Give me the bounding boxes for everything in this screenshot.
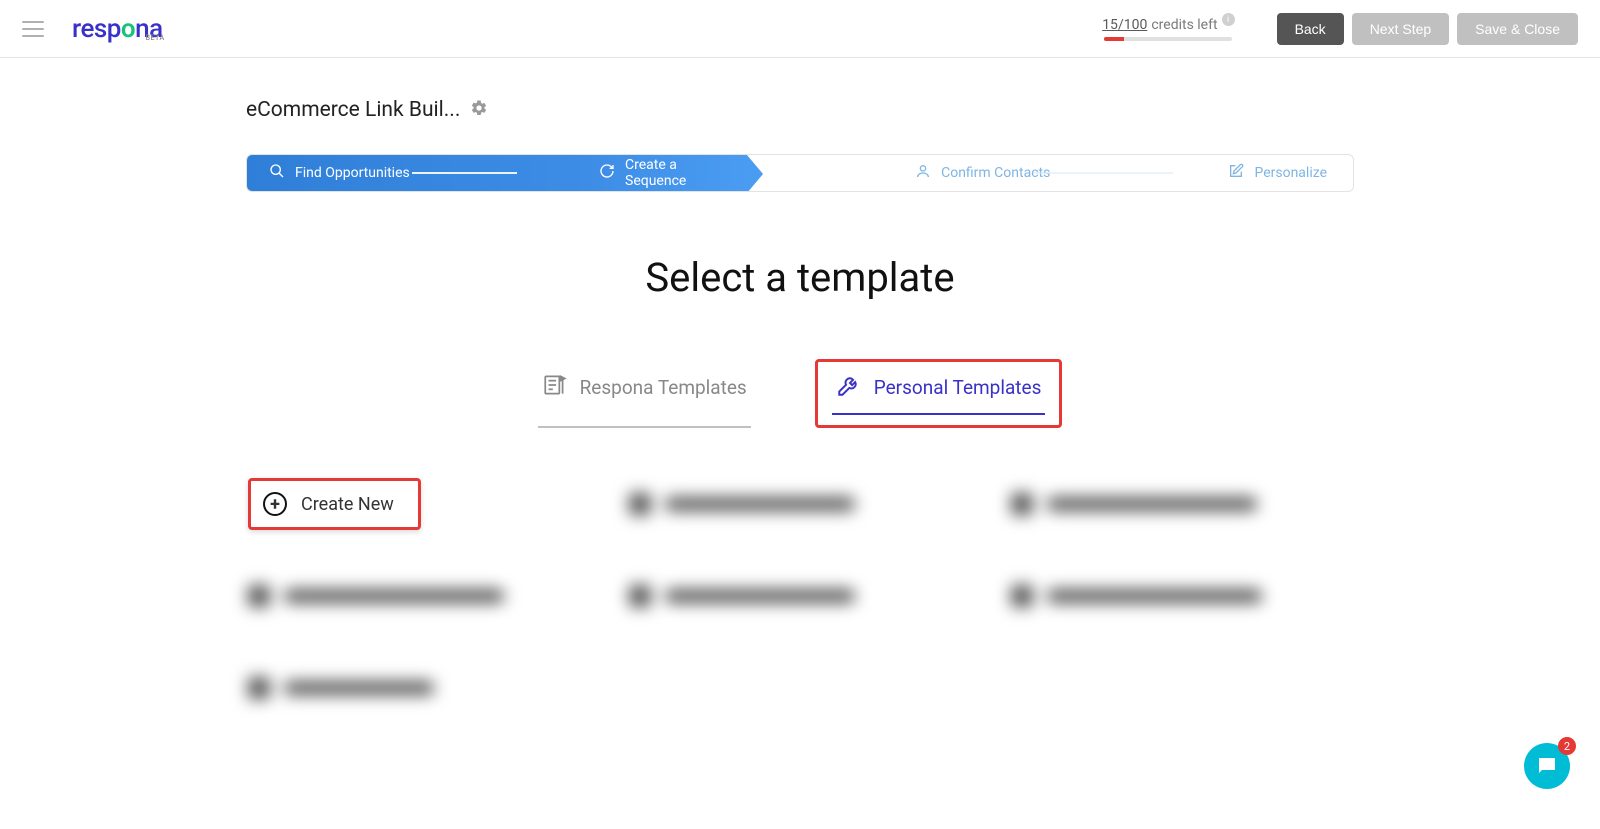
step-label: Find Opportunities [295,165,410,181]
logo[interactable]: respona BETA [72,14,163,44]
step-create-sequence[interactable]: Create a Sequence [587,155,747,191]
template-card[interactable] [248,662,589,714]
app-header: respona BETA 15/100 credits left i Back … [0,0,1600,58]
template-card[interactable] [629,478,970,530]
beta-badge: BETA [146,34,165,42]
credits-total: 100 [1124,17,1148,33]
edit-icon [1228,163,1244,183]
credits-bar [1104,37,1232,41]
tab-personal-templates[interactable]: Personal Templates [832,372,1046,415]
info-icon[interactable]: i [1222,13,1235,26]
template-card[interactable] [1011,570,1352,622]
create-new-label: Create New [301,494,394,515]
template-grid: + Create New [246,478,1354,714]
step-label: Create a Sequence [625,157,717,189]
template-tabs: Respona Templates Personal Templates [246,359,1354,428]
campaign-title: eCommerce Link Buil... [246,98,460,122]
stepper: Find Opportunities Create a Sequence Con… [246,154,1354,192]
tab-label: Respona Templates [580,376,747,399]
plus-icon: + [263,492,287,516]
step-find-opportunities[interactable]: Find Opportunities [247,155,587,191]
back-button[interactable]: Back [1277,13,1344,45]
user-icon [915,163,931,183]
chat-widget[interactable]: 2 [1524,743,1570,789]
template-icon [542,372,568,403]
create-new-button[interactable]: + Create New [248,478,421,530]
template-card[interactable] [629,570,970,622]
refresh-icon [599,163,615,183]
tab-respona-templates[interactable]: Respona Templates [538,359,751,428]
step-personalize[interactable]: Personalize [1198,155,1353,191]
template-card[interactable] [1011,478,1352,530]
menu-icon[interactable] [22,21,44,37]
next-step-button[interactable]: Next Step [1352,13,1449,45]
gear-icon[interactable] [470,99,488,121]
tab-label: Personal Templates [874,376,1042,399]
page-title: Select a template [246,254,1354,301]
save-close-button[interactable]: Save & Close [1457,13,1578,45]
step-label: Personalize [1254,165,1327,181]
step-confirm-contacts[interactable]: Confirm Contacts [747,155,1198,191]
chat-badge: 2 [1558,737,1576,755]
highlight-personal-templates: Personal Templates [815,359,1063,428]
credits-indicator[interactable]: 15/100 credits left i [1102,17,1234,41]
tools-icon [836,372,862,403]
credits-used: 15 [1102,17,1118,33]
main-content: eCommerce Link Buil... Find Opportunitie… [246,98,1354,714]
chat-icon [1535,754,1559,778]
credits-label: credits left [1151,17,1217,33]
step-label: Confirm Contacts [941,165,1050,181]
search-icon [269,163,285,183]
template-card[interactable] [248,570,589,622]
